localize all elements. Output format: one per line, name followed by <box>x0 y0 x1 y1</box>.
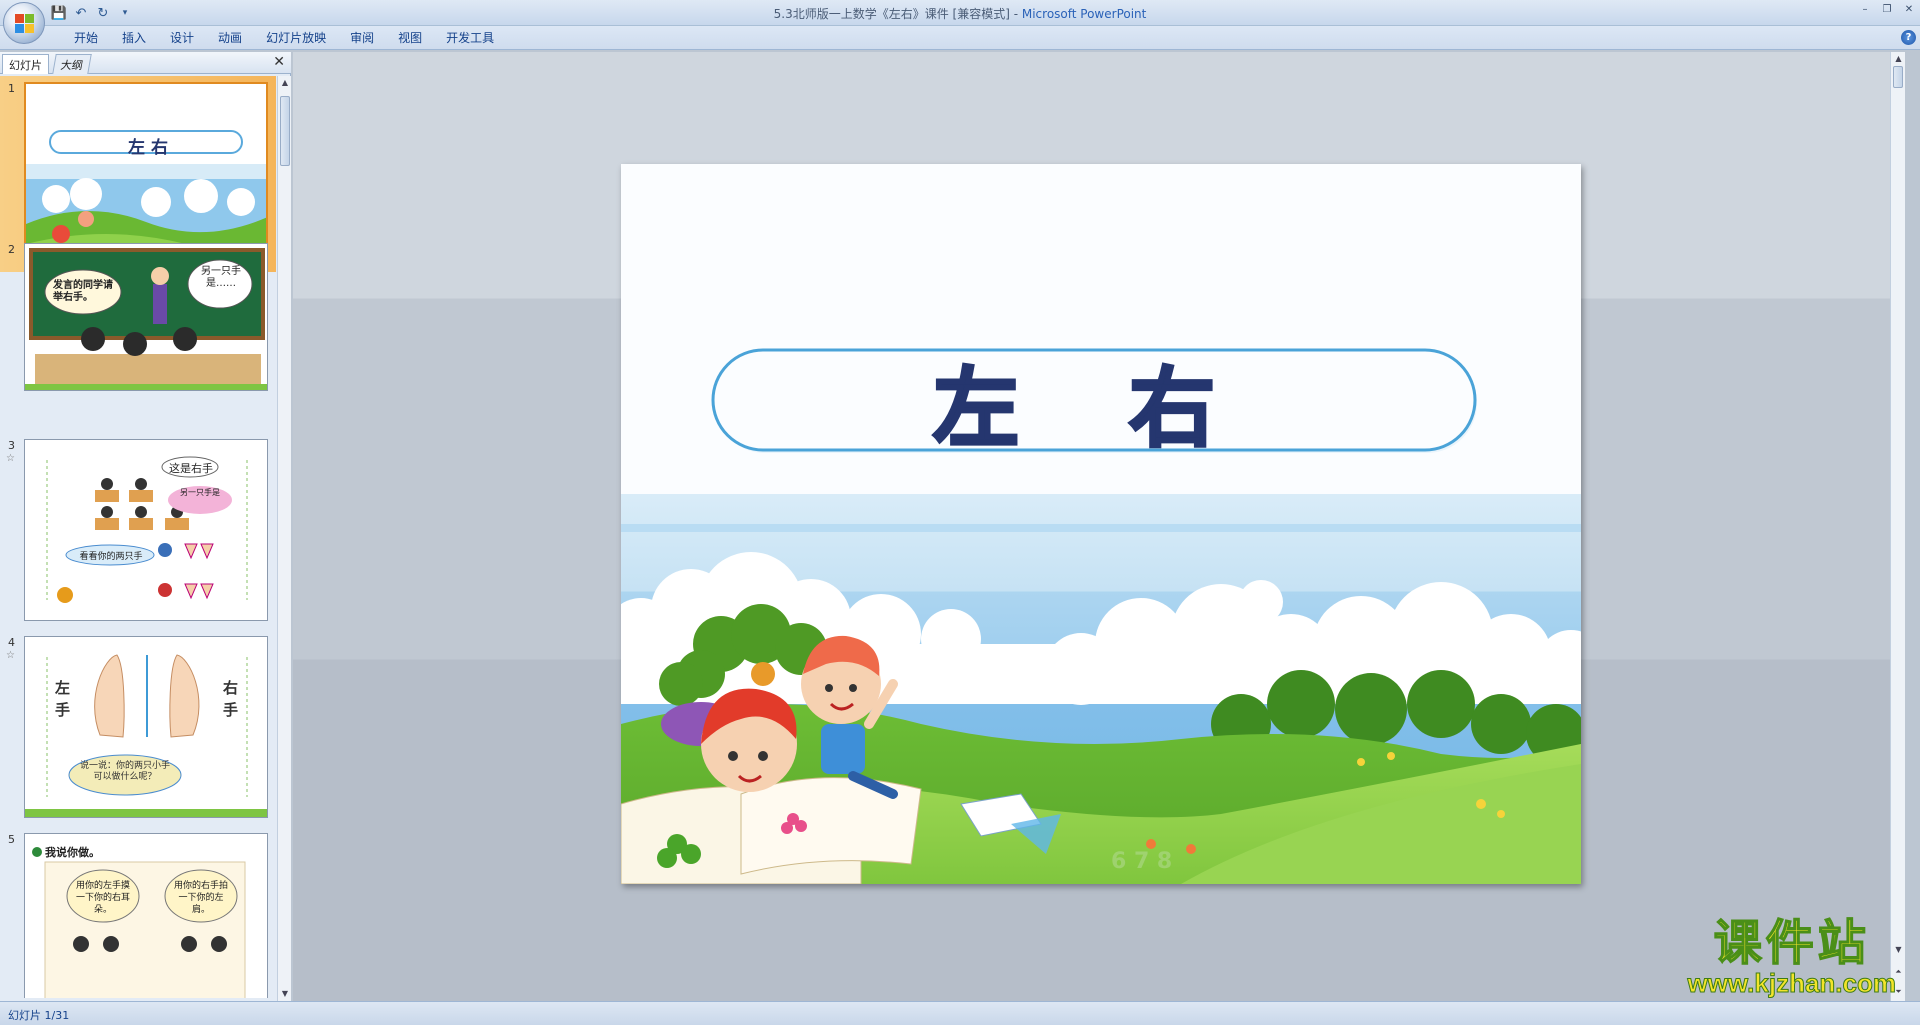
scrollbar-thumb[interactable] <box>1893 66 1903 88</box>
thumbnail-bubble-left: 发言的同学请举右手。 <box>53 280 113 303</box>
watermark-logo-text: 课件站 <box>1713 915 1870 971</box>
thumbnail-title: 左 右 <box>128 138 168 158</box>
slides-pane: 幻灯片 大纲 ✕ 1 左 右 2 发言的同学请举右手。 另一只手是…… 3 ☆ … <box>0 52 291 1001</box>
help-icon[interactable]: ? <box>1901 30 1916 45</box>
close-button[interactable]: ✕ <box>1898 0 1920 18</box>
thumbnail-4-art <box>25 637 267 817</box>
thumbnail-3-art <box>25 440 267 620</box>
current-slide[interactable]: 6 7 8 左 右 <box>621 164 1581 884</box>
slide-background-art: 6 7 8 <box>621 164 1581 884</box>
slide-number: 2 <box>8 243 15 256</box>
close-icon[interactable]: ✕ <box>273 54 285 70</box>
document-title: 5.3北师版一上数学《左右》课件 [兼容模式] - <box>773 7 1022 21</box>
tab-animations[interactable]: 动画 <box>206 29 254 48</box>
title-bar: 💾 ↶ ↻ ▾ 5.3北师版一上数学《左右》课件 [兼容模式] - Micros… <box>0 0 1920 44</box>
thumbnail-bubble-bottom: 看看你的两只手 <box>79 552 143 562</box>
tab-review[interactable]: 审阅 <box>338 29 386 48</box>
tab-slideshow[interactable]: 幻灯片放映 <box>254 29 338 48</box>
main-scrollbar[interactable]: ▲ ▼ ⏶ ⏷ <box>1890 52 1905 1001</box>
tab-insert[interactable]: 插入 <box>110 29 158 48</box>
animation-star-icon: ☆ <box>6 650 15 661</box>
thumbnail-image: 我说你做。 用你的左手摸一下你的右耳朵。 用你的右手拍一下你的左肩。 <box>24 833 268 998</box>
watermark-url: www.kjzhan.com <box>1687 968 1897 998</box>
thumbnail-list: 1 左 右 2 发言的同学请举右手。 另一只手是…… 3 ☆ 这是右手 另一只手… <box>0 76 276 998</box>
site-watermark: 课件站 www.kjzhan.com <box>1687 915 1897 998</box>
window-controls: – ❐ ✕ <box>1854 0 1920 18</box>
slide-edit-area: 6 7 8 左 右 ▲ ▼ ⏶ ⏷ <box>293 52 1905 1001</box>
thumbnail-bubble: 说一说：你的两只小手可以做什么呢？ <box>79 761 170 782</box>
scrollbar-thumb[interactable] <box>280 96 290 166</box>
slide-number: 5 <box>8 833 15 846</box>
svg-text:6 7 8: 6 7 8 <box>1111 849 1172 874</box>
slide-counter: 幻灯片 1/31 <box>8 1009 70 1022</box>
office-logo-icon <box>15 14 35 34</box>
slide-thumbnail-2[interactable]: 2 发言的同学请举右手。 另一只手是…… <box>0 237 276 433</box>
restore-button[interactable]: ❐ <box>1876 0 1898 18</box>
slide-title-box[interactable]: 左 右 <box>713 350 1475 460</box>
status-bar: 幻灯片 1/31 <box>0 1001 1920 1025</box>
scroll-down-arrow-icon[interactable]: ▼ <box>278 987 292 1001</box>
slide-number: 4 <box>8 636 15 649</box>
window-title: 5.3北师版一上数学《左右》课件 [兼容模式] - Microsoft Powe… <box>0 5 1920 22</box>
tab-design[interactable]: 设计 <box>158 29 206 48</box>
pane-tabs: 幻灯片 大纲 ✕ <box>0 52 291 74</box>
animation-star-icon: ☆ <box>6 453 15 464</box>
thumbnail-bubble-left: 用你的左手摸一下你的右耳朵。 <box>75 881 130 915</box>
ribbon-tab-bar: 开始 插入 设计 动画 幻灯片放映 审阅 视图 开发工具 ? <box>0 26 1920 50</box>
slide-thumbnail-5[interactable]: 5 我说你做。 用你的左手摸一下你的右耳朵。 用你的右手拍一下你的左肩。 <box>0 827 276 998</box>
thumbnail-heading: 我说你做。 <box>45 846 100 859</box>
scroll-up-arrow-icon[interactable]: ▲ <box>1891 52 1906 66</box>
tab-developer[interactable]: 开发工具 <box>434 29 506 48</box>
thumbnail-image: 发言的同学请举右手。 另一只手是…… <box>24 243 268 391</box>
office-button[interactable] <box>3 2 45 44</box>
app-name: Microsoft PowerPoint <box>1021 7 1147 21</box>
thumbnail-bubble-right: 用你的右手拍一下你的左肩。 <box>173 881 228 915</box>
thumbnail-image: 这是右手 另一只手是 看看你的两只手 <box>24 439 268 621</box>
slide-thumbnail-3[interactable]: 3 ☆ 这是右手 另一只手是 看看你的两只手 <box>0 433 276 629</box>
thumbnail-bubble-mid: 另一只手是 <box>180 488 220 497</box>
slide-number: 3 <box>8 439 15 452</box>
thumbnail-image: 左手 右手 说一说：你的两只小手可以做什么呢？ <box>24 636 268 818</box>
thumbnail-bubble-top: 这是右手 <box>169 462 213 475</box>
thumbnail-right-label: 右手 <box>223 679 239 719</box>
tab-view[interactable]: 视图 <box>386 29 434 48</box>
tab-home[interactable]: 开始 <box>62 29 110 48</box>
slide-title: 左 右 <box>932 357 1255 460</box>
tab-slides[interactable]: 幻灯片 <box>2 54 49 74</box>
slide-thumbnail-4[interactable]: 4 ☆ 左手 右手 说一说：你的两只小手可以做什么呢？ <box>0 630 276 826</box>
minimize-button[interactable]: – <box>1854 0 1876 18</box>
slide-number: 1 <box>8 82 15 95</box>
thumbnail-bubble-right: 另一只手是…… <box>201 266 241 289</box>
thumbnail-scrollbar[interactable]: ▲ ▼ <box>277 76 291 1001</box>
tab-outline[interactable]: 大纲 <box>52 54 92 74</box>
scroll-up-arrow-icon[interactable]: ▲ <box>278 76 292 90</box>
thumbnail-left-label: 左手 <box>55 679 71 719</box>
